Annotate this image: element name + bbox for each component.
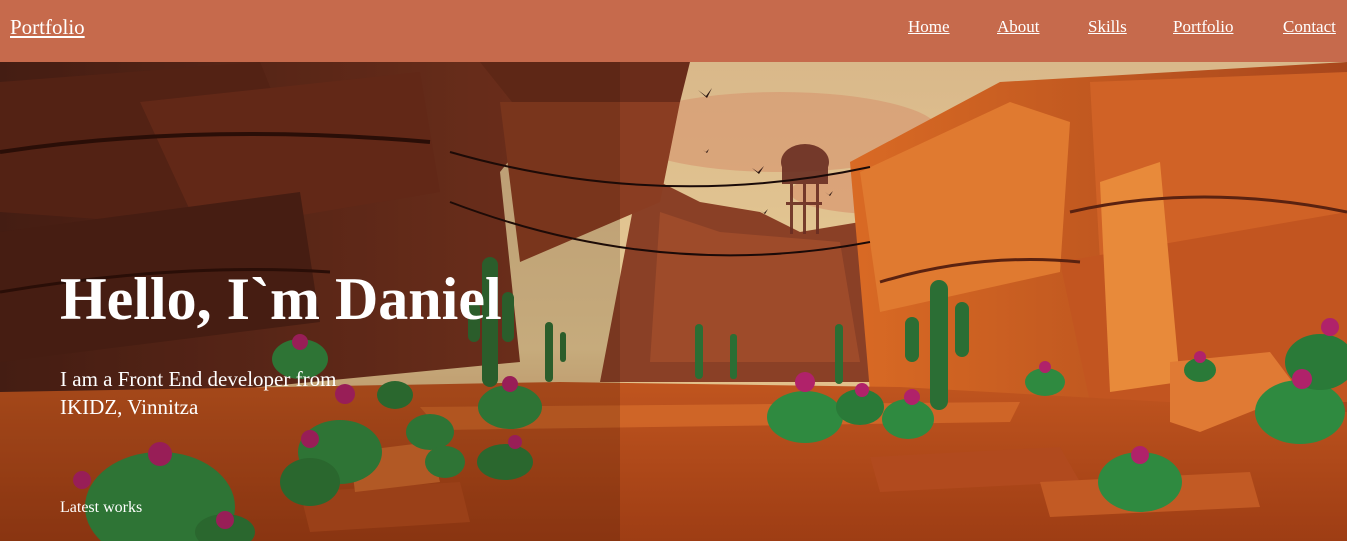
nav-contact[interactable]: Contact [1283, 17, 1336, 37]
brand-link[interactable]: Portfolio [10, 15, 85, 40]
nav-about[interactable]: About [997, 17, 1040, 37]
nav-skills[interactable]: Skills [1088, 17, 1127, 37]
hero-subtitle: I am a Front End developer from IKIDZ, V… [60, 367, 337, 419]
nav-portfolio[interactable]: Portfolio [1173, 17, 1233, 37]
hero-title: Hello, I`m Daniel [60, 266, 502, 332]
hero-section: Hello, I`m Daniel I am a Front End devel… [0, 62, 1347, 541]
top-navigation-bar: Portfolio Home About Skills Portfolio Co… [0, 0, 1347, 62]
latest-works-link[interactable]: Latest works [60, 499, 142, 517]
nav-home[interactable]: Home [908, 17, 950, 37]
